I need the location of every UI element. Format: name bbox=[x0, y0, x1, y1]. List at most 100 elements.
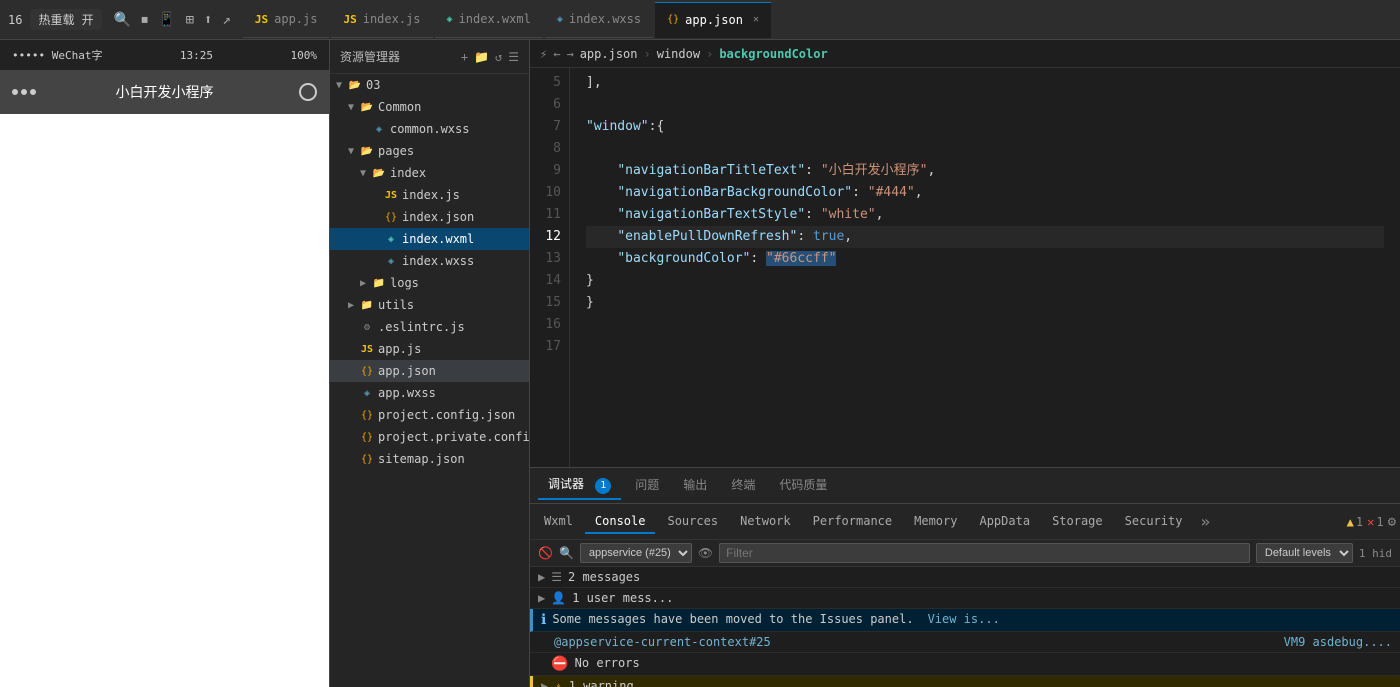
breadcrumb-nav-forward[interactable]: → bbox=[566, 47, 573, 61]
index-wxss-file[interactable]: ◈ index.wxss bbox=[330, 250, 529, 272]
new-file-icon[interactable]: + bbox=[461, 50, 468, 64]
context-selector[interactable]: appservice (#25) bbox=[580, 543, 692, 563]
project-config-file[interactable]: {} project.config.json bbox=[330, 404, 529, 426]
collapse-icon[interactable]: ☰ bbox=[508, 50, 519, 64]
filter-icon[interactable]: 🔍 bbox=[559, 546, 574, 560]
common-folder[interactable]: ▼ 📂 Common bbox=[330, 96, 529, 118]
code-line: "backgroundColor": "#66ccff" bbox=[586, 248, 1384, 270]
eslint-icon: ⚙ bbox=[360, 320, 374, 334]
more-tabs-icon[interactable]: » bbox=[1194, 508, 1216, 535]
refresh-icon[interactable]: ↺ bbox=[495, 50, 502, 64]
view-link[interactable]: View is... bbox=[928, 612, 1000, 626]
breadcrumb-nav-back[interactable]: ← bbox=[553, 47, 560, 61]
project-private-file[interactable]: {} project.private.config.js... bbox=[330, 426, 529, 448]
nav-dot-3 bbox=[30, 89, 36, 95]
expand-icon[interactable]: ▶ bbox=[541, 679, 548, 687]
devtools-badges: ▲ 1 ✕ 1 ⚙ bbox=[1347, 514, 1396, 530]
tab-app-json[interactable]: {} app.json ✕ bbox=[655, 2, 771, 38]
tab-appdata[interactable]: AppData bbox=[969, 510, 1040, 534]
grid-icon[interactable]: ⊞ bbox=[186, 12, 194, 28]
new-folder-icon[interactable]: 📁 bbox=[474, 50, 489, 64]
phone-content bbox=[0, 114, 329, 687]
common-wxss[interactable]: ◈ common.wxss bbox=[330, 118, 529, 140]
tab-output[interactable]: 输出 bbox=[673, 472, 717, 499]
entry-text: Some messages have been moved to the Iss… bbox=[552, 612, 913, 626]
tab-sources[interactable]: Sources bbox=[657, 510, 728, 534]
tab-quality[interactable]: 代码质量 bbox=[769, 472, 837, 499]
tab-issues[interactable]: 问题 bbox=[625, 472, 669, 499]
app-json-file[interactable]: {} app.json bbox=[330, 360, 529, 382]
root-folder[interactable]: ▼ 📂 03 bbox=[330, 74, 529, 96]
app-wxss-file[interactable]: ◈ app.wxss bbox=[330, 382, 529, 404]
sitemap-file[interactable]: {} sitemap.json bbox=[330, 448, 529, 470]
index-json-file[interactable]: {} index.json bbox=[330, 206, 529, 228]
tab-app-js[interactable]: JS app.js bbox=[243, 2, 330, 38]
error-dot: ⛔ bbox=[551, 656, 568, 672]
toolbar-icons: 🔍 ⏹ 📱 ⊞ ⬆ ↗ bbox=[114, 12, 231, 28]
list-item[interactable]: ▶ ☰ 2 messages bbox=[530, 567, 1400, 588]
entry-text: 2 messages bbox=[568, 570, 640, 584]
close-icon[interactable]: ✕ bbox=[753, 14, 759, 25]
code-editor[interactable]: 5 6 7 8 9 10 11 12 13 14 15 16 17 ], bbox=[530, 68, 1400, 467]
folder-icon: 📁 bbox=[360, 298, 374, 312]
code-line bbox=[586, 138, 1384, 160]
upload-icon[interactable]: ⬆ bbox=[204, 12, 212, 28]
filter-input[interactable] bbox=[719, 543, 1250, 563]
tab-debugger[interactable]: 调试器 1 bbox=[538, 471, 621, 500]
eye-icon[interactable]: 👁 bbox=[698, 546, 713, 560]
eslintrc-file[interactable]: ⚙ .eslintrc.js bbox=[330, 316, 529, 338]
expand-icon[interactable]: ▶ bbox=[538, 591, 545, 605]
tab-network[interactable]: Network bbox=[730, 510, 801, 534]
tab-index-js[interactable]: JS index.js bbox=[331, 2, 432, 38]
tab-index-wxml[interactable]: ◈ index.wxml bbox=[435, 2, 543, 38]
context-link[interactable]: @appservice-current-context#25 bbox=[554, 635, 771, 649]
tab-memory[interactable]: Memory bbox=[904, 510, 967, 534]
list-item[interactable]: ▶ 👤 1 user mess... bbox=[530, 588, 1400, 609]
utils-folder[interactable]: ▶ 📁 utils bbox=[330, 294, 529, 316]
index-js-file[interactable]: JS index.js bbox=[330, 184, 529, 206]
index-folder-label: index bbox=[390, 166, 426, 180]
index-json-label: index.json bbox=[402, 210, 474, 224]
list-item[interactable]: ▶ ⛔ No errors bbox=[530, 653, 1400, 676]
tab-terminal[interactable]: 终端 bbox=[721, 472, 765, 499]
js-icon: JS bbox=[343, 13, 356, 26]
arrow-icon: ▶ bbox=[346, 300, 356, 310]
code-content[interactable]: ], "window":{ "navigationBarTitleText": … bbox=[570, 68, 1400, 467]
tab-console[interactable]: Console bbox=[585, 510, 656, 534]
list-item[interactable]: ▶ ⚠ 1 warning bbox=[530, 676, 1400, 687]
spacer bbox=[370, 256, 380, 266]
app-js-file[interactable]: JS app.js bbox=[330, 338, 529, 360]
folder-icon: 📂 bbox=[372, 166, 386, 180]
index-folder[interactable]: ▼ 📂 index bbox=[330, 162, 529, 184]
logs-folder[interactable]: ▶ 📁 logs bbox=[330, 272, 529, 294]
tab-wxml[interactable]: Wxml bbox=[534, 510, 583, 534]
breadcrumb-part-2[interactable]: window bbox=[657, 47, 700, 61]
breadcrumb-part-3[interactable]: backgroundColor bbox=[719, 47, 827, 61]
tab-security[interactable]: Security bbox=[1115, 510, 1193, 534]
clear-icon[interactable]: 🚫 bbox=[538, 546, 553, 560]
share-icon[interactable]: ↗ bbox=[222, 12, 230, 28]
list-item[interactable]: ℹ Some messages have been moved to the I… bbox=[530, 609, 1400, 632]
sidebar-tree: ▼ 📂 03 ▼ 📂 Common ◈ common.wxss ▼ 📂 page… bbox=[330, 74, 529, 687]
common-wxss-label: common.wxss bbox=[390, 122, 469, 136]
pages-folder[interactable]: ▼ 📂 pages bbox=[330, 140, 529, 162]
project-private-label: project.private.config.js... bbox=[378, 430, 529, 444]
expand-icon[interactable]: ▶ bbox=[538, 570, 545, 584]
tab-storage[interactable]: Storage bbox=[1042, 510, 1113, 534]
level-selector[interactable]: Default levels bbox=[1256, 543, 1353, 563]
list-item[interactable]: @appservice-current-context#25 VM9 asdeb… bbox=[530, 632, 1400, 653]
search-icon[interactable]: 🔍 bbox=[114, 12, 131, 28]
breadcrumb-part-1[interactable]: app.json bbox=[580, 47, 638, 61]
phone-icon[interactable]: 📱 bbox=[158, 12, 175, 28]
gear-settings-icon[interactable]: ⚙ bbox=[1388, 514, 1396, 530]
vm-link[interactable]: VM9 asdebug.... bbox=[1284, 635, 1392, 649]
index-wxml-file[interactable]: ◈ index.wxml bbox=[330, 228, 529, 250]
spacer bbox=[370, 212, 380, 222]
warn-count: 1 bbox=[1356, 515, 1363, 529]
spacer bbox=[346, 344, 356, 354]
stop-icon[interactable]: ⏹ bbox=[141, 12, 148, 28]
tab-index-wxss[interactable]: ◈ index.wxss bbox=[545, 2, 653, 38]
hot-reload-toggle[interactable]: 热重载 开 bbox=[30, 9, 101, 30]
tab-performance[interactable]: Performance bbox=[803, 510, 902, 534]
editor-area: ⚡ ← → app.json › window › backgroundColo… bbox=[530, 40, 1400, 687]
